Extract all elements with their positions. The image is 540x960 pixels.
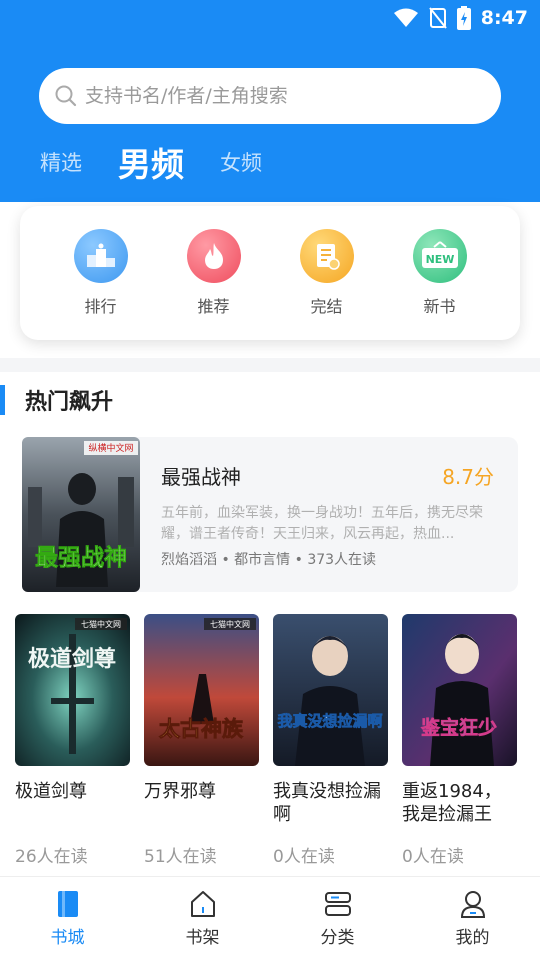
header: 8:47 精选 男频 女频: [0, 0, 540, 202]
bookstore-icon: [57, 891, 78, 917]
book-readers: 51人在读: [144, 847, 217, 867]
featured-book-score: 8.7分: [442, 465, 494, 489]
ranking-icon: [73, 229, 128, 283]
category-label: 推荐: [197, 297, 230, 316]
book-item[interactable]: 七猫中文网 极道剑尊 极道剑尊 26人在读: [15, 614, 130, 867]
category-recommend[interactable]: 推荐: [174, 229, 254, 317]
featured-book-title: 最强战神: [161, 465, 241, 489]
book-cover[interactable]: 我真没想捡漏啊: [273, 614, 388, 766]
status-bar: 8:47: [0, 0, 540, 38]
document-icon: [299, 229, 354, 283]
new-badge-text: NEW: [425, 253, 454, 266]
category-card: 排行 推荐 完结 NEW 新书: [20, 206, 520, 340]
section-accent-bar: [0, 385, 5, 415]
status-time: 8:47: [480, 7, 528, 29]
no-signal-icon: [428, 7, 447, 29]
section-title-text: 热门飙升: [25, 390, 114, 415]
book-item[interactable]: 我真没想捡漏啊 我真没想捡漏啊 0人在读: [273, 614, 388, 867]
category-ranking[interactable]: 排行: [61, 229, 141, 317]
nav-bookstore[interactable]: 书城: [23, 889, 113, 948]
tab-female[interactable]: 女频: [220, 147, 262, 177]
fire-icon: [186, 229, 241, 283]
book-cover[interactable]: 七猫中文网 极道剑尊: [15, 614, 130, 766]
category-label: 完结: [310, 297, 343, 316]
cover-publisher: 七猫中文网: [81, 619, 121, 629]
cover-title: 极道剑尊: [28, 646, 116, 672]
bookshelf-icon: [190, 891, 215, 917]
search-input[interactable]: [85, 85, 465, 107]
featured-book-cover[interactable]: 纵横中文网 最强战神: [22, 437, 140, 592]
book-cover[interactable]: 鉴宝狂少: [402, 614, 517, 766]
cover-publisher: 纵横中文网: [88, 442, 133, 454]
book-readers: 0人在读: [402, 847, 464, 867]
channel-tabs: 精选 男频 女频: [40, 138, 298, 186]
cover-title: 鉴宝狂少: [420, 716, 497, 739]
new-sign-icon: NEW: [412, 229, 467, 283]
book-title: 我真没想捡漏啊: [273, 781, 381, 825]
book-item[interactable]: 鉴宝狂少 重返1984，我是捡漏王 0人在读: [402, 614, 517, 867]
book-item[interactable]: 七猫中文网 太古神族 万界邪尊 51人在读: [144, 614, 259, 867]
nav-label: 分类: [320, 928, 355, 948]
book-cover[interactable]: 七猫中文网 太古神族: [144, 614, 259, 766]
wifi-icon: [393, 8, 418, 27]
category-finished[interactable]: 完结: [287, 229, 367, 317]
search-bar[interactable]: [39, 68, 501, 124]
category-label: 排行: [84, 297, 117, 316]
category-icon: [324, 892, 351, 916]
nav-label: 书城: [50, 928, 85, 948]
book-grid: 七猫中文网 极道剑尊 极道剑尊 26人在读 七猫中文网 太古神族 万界邪尊 51…: [15, 614, 530, 867]
nav-category[interactable]: 分类: [293, 889, 383, 948]
book-readers: 26人在读: [15, 847, 88, 867]
tab-male[interactable]: 男频: [118, 138, 184, 186]
tab-featured[interactable]: 精选: [40, 147, 82, 177]
nav-bookshelf[interactable]: 书架: [158, 889, 248, 948]
featured-book-description: 五年前，血染军装，换一身战功！五年后，携无尽荣耀，谱王者传奇！天王归来，风云再起…: [161, 505, 483, 542]
book-readers: 0人在读: [273, 847, 335, 867]
nav-label: 书架: [185, 928, 220, 948]
cover-title: 太古神族: [159, 716, 244, 741]
category-new[interactable]: NEW 新书: [400, 229, 480, 317]
cover-publisher: 七猫中文网: [210, 619, 250, 629]
nav-mine[interactable]: 我的: [428, 889, 518, 948]
battery-charging-icon: [456, 6, 471, 30]
featured-book-meta: 烈焰滔滔 • 都市言情 • 373人在读: [161, 552, 377, 568]
book-title: 万界邪尊: [144, 781, 216, 802]
category-label: 新书: [423, 297, 456, 316]
cover-title: 最强战神: [35, 544, 127, 571]
nav-label: 我的: [455, 928, 490, 948]
cover-title: 我真没想捡漏啊: [277, 712, 382, 730]
section-title: 热门飙升: [0, 384, 113, 416]
book-title: 重返1984，我是捡漏王: [402, 781, 502, 825]
search-icon: [55, 85, 77, 107]
bottom-navigation: 书城 书架 分类 我的: [0, 876, 540, 960]
section-divider: [0, 358, 540, 372]
profile-icon: [460, 891, 485, 918]
book-title: 极道剑尊: [15, 781, 87, 802]
featured-book-card[interactable]: 纵横中文网 最强战神 最强战神 8.7分 五年前，血染军装，换一身战功！五年后，…: [22, 437, 518, 592]
